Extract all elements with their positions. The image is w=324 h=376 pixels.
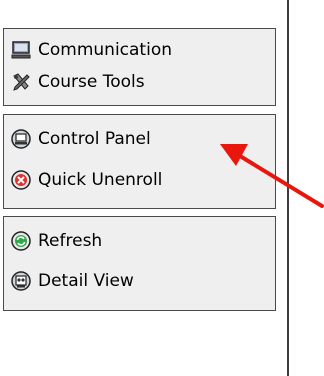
menu-item-label: Quick Unenroll [38,170,163,190]
menu-item-refresh[interactable]: Refresh [11,227,102,255]
detail-view-icon [11,271,31,291]
tools-icon [11,72,31,92]
unenroll-icon [11,170,31,190]
menu-item-control-panel[interactable]: Control Panel [11,125,151,153]
menu-item-label: Refresh [38,231,103,251]
menu-item-course-tools[interactable]: Course Tools [11,68,145,96]
menu-item-detail-view[interactable]: Detail View [11,267,134,295]
menu-item-label: Detail View [38,271,134,291]
course-menu-screenshot: Communication Course Tools Control Panel… [0,0,324,376]
red-arrow-pointer [220,144,324,208]
menu-item-communication[interactable]: Communication [11,36,172,64]
menu-group-view: Refresh Detail View [3,216,276,311]
monitor-icon [11,40,31,60]
menu-item-label: Communication [38,40,172,60]
control-panel-icon [11,129,31,149]
menu-item-quick-unenroll[interactable]: Quick Unenroll [11,166,162,194]
menu-group-communication: Communication Course Tools [3,28,276,106]
refresh-icon [11,231,31,251]
menu-item-label: Control Panel [38,129,151,149]
menu-item-label: Course Tools [38,72,145,92]
